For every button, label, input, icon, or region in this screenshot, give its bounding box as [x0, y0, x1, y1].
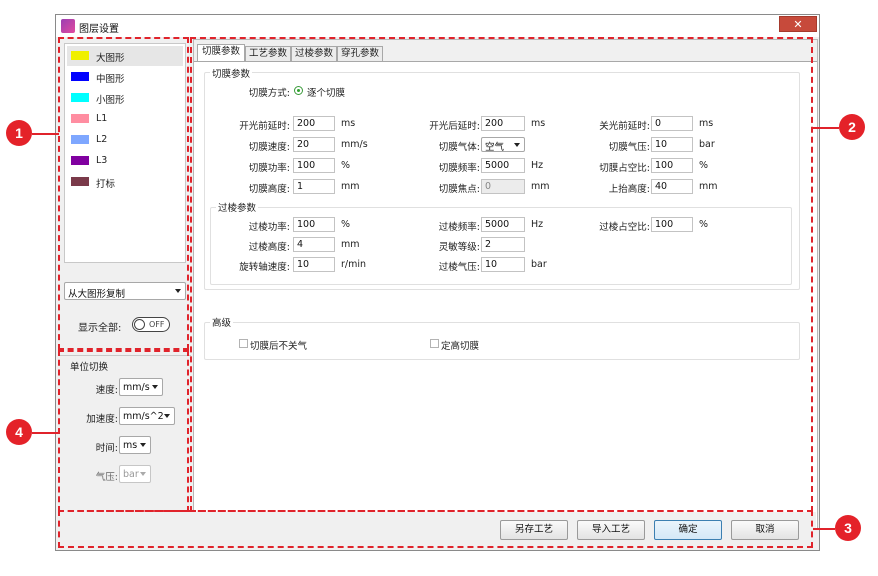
annotation-leader-3: [813, 528, 835, 530]
title-bar: 图层设置 ✕: [56, 15, 819, 37]
annotation-badge-4: 4: [6, 419, 32, 445]
annotation-leader-4: [32, 432, 59, 434]
window-title: 图层设置: [79, 24, 119, 35]
annotation-box-4: [58, 350, 189, 512]
close-button[interactable]: ✕: [779, 16, 817, 32]
annotation-leader-2: [813, 127, 839, 129]
app-icon: [61, 19, 75, 33]
annotation-box-2: [190, 37, 813, 512]
annotation-badge-2: 2: [839, 114, 865, 140]
annotation-leader-1: [32, 133, 59, 135]
annotation-badge-3: 3: [835, 515, 861, 541]
annotation-box-3: [58, 510, 813, 548]
annotation-box-1: [58, 37, 189, 350]
annotation-badge-1: 1: [6, 120, 32, 146]
